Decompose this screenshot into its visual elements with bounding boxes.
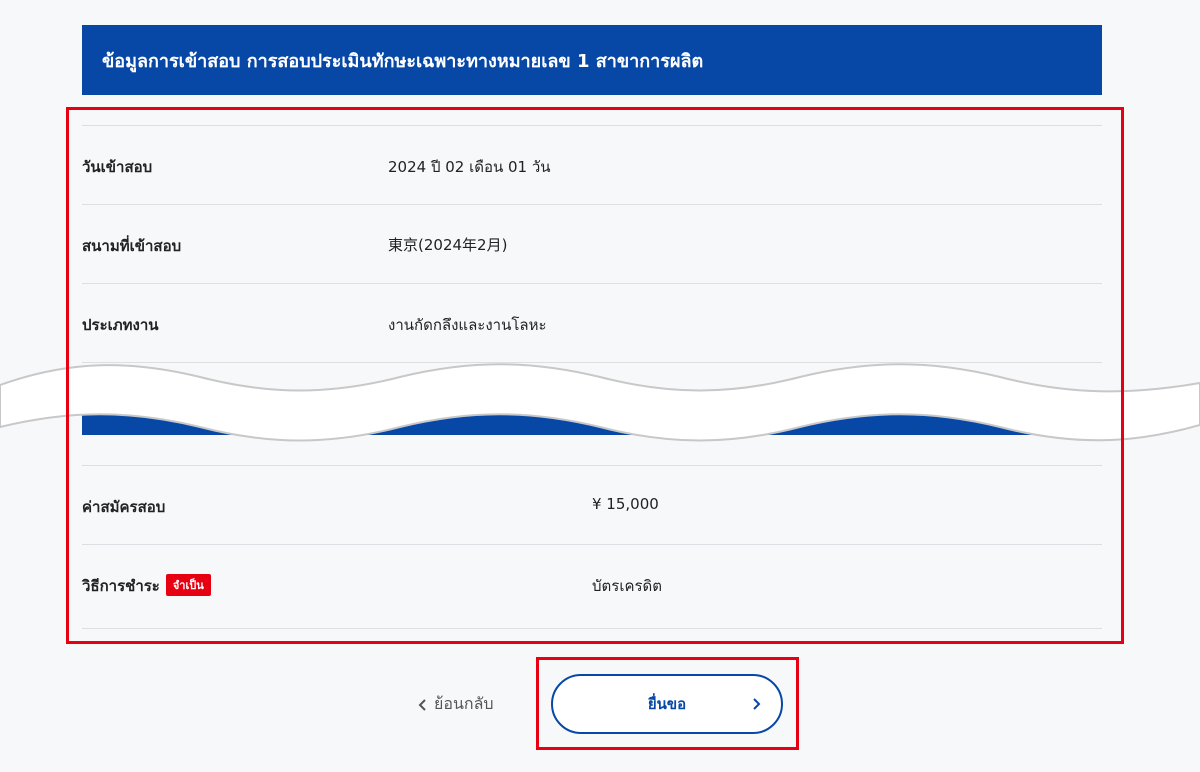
chevron-right-icon — [751, 697, 761, 711]
back-link[interactable]: ย้อนกลับ — [418, 692, 494, 717]
back-link-label: ย้อนกลับ — [434, 694, 494, 713]
submit-button-label: ยื่นขอ — [647, 695, 687, 713]
chevron-left-icon — [418, 698, 426, 711]
highlight-frame-details — [66, 107, 1124, 644]
section-title: ข้อมูลการเข้าสอบ การสอบประเมินทักษะเฉพาะ… — [102, 50, 704, 72]
submit-button[interactable]: ยื่นขอ — [551, 674, 783, 734]
section-header: ข้อมูลการเข้าสอบ การสอบประเมินทักษะเฉพาะ… — [82, 25, 1102, 95]
